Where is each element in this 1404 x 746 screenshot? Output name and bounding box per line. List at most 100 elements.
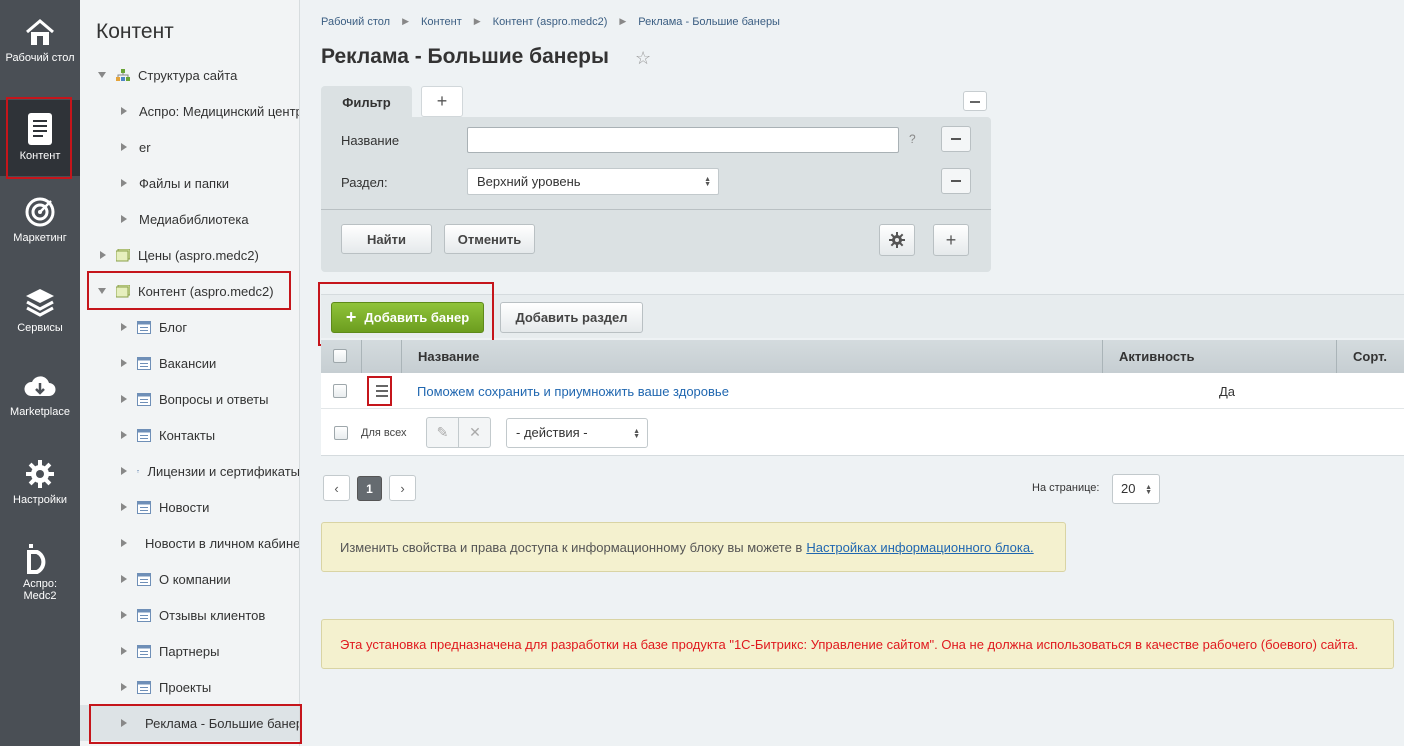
- filter-settings-button[interactable]: [879, 224, 915, 256]
- document-icon: [28, 113, 52, 145]
- row-name-link[interactable]: Поможем сохранить и приумножить ваше здо…: [417, 384, 729, 399]
- expand-arrow-icon[interactable]: [121, 611, 127, 619]
- expand-arrow-icon[interactable]: [98, 288, 106, 294]
- aspro-logo-icon: [27, 544, 46, 574]
- column-header-name[interactable]: Название: [418, 340, 479, 373]
- row-checkbox[interactable]: [333, 384, 347, 398]
- tree-item-partners[interactable]: Партнеры: [80, 633, 299, 669]
- tree-item-licenses[interactable]: Лицензии и сертификаты: [80, 453, 299, 489]
- expand-arrow-icon[interactable]: [121, 683, 127, 691]
- remove-name-field-button[interactable]: [941, 126, 971, 152]
- tree-item-label: Проекты: [159, 679, 212, 695]
- expand-arrow-icon[interactable]: [100, 251, 106, 259]
- expand-arrow-icon[interactable]: [121, 323, 127, 331]
- rail-label: Marketplace: [10, 406, 70, 418]
- filter-section-label: Раздел:: [341, 175, 388, 190]
- expand-arrow-icon[interactable]: [121, 467, 127, 475]
- breadcrumb-item[interactable]: Контент (aspro.medc2): [493, 16, 608, 28]
- info-note: Изменить свойства и права доступа к инфо…: [321, 522, 1066, 572]
- tree-item-content-aspro[interactable]: Контент (aspro.medc2): [80, 273, 299, 309]
- filter-name-input[interactable]: [467, 127, 899, 153]
- breadcrumb-item[interactable]: Реклама - Большие банеры: [638, 16, 780, 28]
- tree-item-about[interactable]: О компании: [80, 561, 299, 597]
- expand-arrow-icon[interactable]: [121, 647, 127, 655]
- cloud-download-icon: [24, 376, 56, 396]
- section-select[interactable]: Верхний уровень ▲ ▼: [467, 168, 719, 195]
- tree-item-label: Новости: [159, 499, 210, 515]
- per-page-label: На странице:: [1032, 482, 1100, 494]
- add-filter-tab-button[interactable]: +: [421, 86, 463, 117]
- tree-item-label: О компании: [159, 571, 231, 587]
- tree-item-aspro-medcenter[interactable]: Аспро: Медицинский центр: [80, 93, 299, 129]
- tree-item-medialib[interactable]: Медиабиблиотека: [80, 201, 299, 237]
- expand-arrow-icon[interactable]: [121, 719, 127, 727]
- tree-item-prices[interactable]: Цены (aspro.medc2): [80, 237, 299, 273]
- add-filter-field-button[interactable]: +: [933, 224, 969, 256]
- rail-item-aspro[interactable]: Аспро: Medc2: [0, 542, 80, 602]
- rail-item-marketplace[interactable]: Marketplace: [0, 372, 80, 418]
- delete-x-icon[interactable]: ✕: [459, 418, 491, 447]
- add-banner-button[interactable]: + Добавить банер: [331, 302, 484, 333]
- iblock-icon: [137, 608, 151, 622]
- edit-pencil-icon[interactable]: ✎: [427, 418, 459, 447]
- grid-toolbar: + Добавить банер Добавить раздел: [321, 294, 1404, 338]
- tab-filter[interactable]: Фильтр: [321, 86, 412, 118]
- per-page-select[interactable]: 20 ▲ ▼: [1112, 474, 1160, 504]
- star-icon[interactable]: ☆: [635, 48, 651, 69]
- expand-arrow-icon[interactable]: [121, 215, 127, 223]
- remove-section-field-button[interactable]: [941, 168, 971, 194]
- row-menu-icon[interactable]: [374, 382, 390, 400]
- actions-select[interactable]: - действия - ▲ ▼: [506, 418, 648, 448]
- tree-item-files[interactable]: Файлы и папки: [80, 165, 299, 201]
- tree-item-reviews[interactable]: Отзывы клиентов: [80, 597, 299, 633]
- tree-item-site-structure[interactable]: Структура сайта: [80, 57, 299, 93]
- expand-arrow-icon[interactable]: [121, 539, 127, 547]
- tree-item-projects[interactable]: Проекты: [80, 669, 299, 705]
- page-1-button[interactable]: 1: [357, 476, 382, 501]
- tree-item-er[interactable]: er: [80, 129, 299, 165]
- tree-item-contacts[interactable]: Контакты: [80, 417, 299, 453]
- breadcrumb-item[interactable]: Контент: [421, 16, 462, 28]
- expand-arrow-icon[interactable]: [121, 107, 127, 115]
- help-icon[interactable]: ?: [909, 132, 916, 146]
- column-header-sort[interactable]: Сорт.: [1353, 340, 1387, 373]
- tree-item-big-banners[interactable]: Реклама - Большие банеры: [80, 705, 299, 741]
- expand-arrow-icon[interactable]: [121, 503, 127, 511]
- rail-item-desktop[interactable]: Рабочий стол: [0, 18, 80, 64]
- rail-item-marketing[interactable]: Маркетинг: [0, 196, 80, 244]
- add-section-button[interactable]: Добавить раздел: [500, 302, 643, 333]
- breadcrumb-item[interactable]: Рабочий стол: [321, 16, 390, 28]
- tree-item-news[interactable]: Новости: [80, 489, 299, 525]
- tree-item-news-cabinet[interactable]: Новости в личном кабинете: [80, 525, 299, 561]
- expand-arrow-icon[interactable]: [121, 143, 127, 151]
- iblock-settings-link[interactable]: Настройках информационного блока.: [806, 540, 1033, 555]
- rail-item-settings[interactable]: Настройки: [0, 458, 80, 506]
- rail-item-content[interactable]: Контент: [0, 100, 80, 176]
- table-row[interactable]: Поможем сохранить и приумножить ваше здо…: [321, 373, 1404, 409]
- site-structure-icon: [116, 68, 130, 81]
- rail-label: Настройки: [13, 494, 67, 506]
- expand-arrow-icon[interactable]: [121, 359, 127, 367]
- find-button[interactable]: Найти: [341, 224, 432, 254]
- info-note-text: Изменить свойства и права доступа к инфо…: [340, 539, 803, 555]
- expand-arrow-icon[interactable]: [98, 72, 106, 78]
- expand-arrow-icon[interactable]: [121, 395, 127, 403]
- expand-arrow-icon[interactable]: [121, 179, 127, 187]
- iblock-type-icon: [116, 248, 130, 261]
- for-all-checkbox[interactable]: [334, 426, 348, 440]
- breadcrumb: Рабочий стол ▶ Контент ▶ Контент (aspro.…: [321, 16, 780, 28]
- cancel-button[interactable]: Отменить: [444, 224, 535, 254]
- expand-arrow-icon[interactable]: [121, 575, 127, 583]
- rail-item-services[interactable]: Сервисы: [0, 286, 80, 334]
- tree-item-faq[interactable]: Вопросы и ответы: [80, 381, 299, 417]
- tree-item-label: Контент (aspro.medc2): [138, 283, 274, 299]
- next-page-button[interactable]: ›: [389, 475, 416, 501]
- collapse-filter-button[interactable]: [963, 91, 987, 111]
- select-all-checkbox[interactable]: [333, 349, 347, 363]
- prev-page-button[interactable]: ‹: [323, 475, 350, 501]
- expand-arrow-icon[interactable]: [121, 431, 127, 439]
- warning-note-text: Эта установка предназначена для разработ…: [340, 636, 1359, 652]
- tree-item-vacancies[interactable]: Вакансии: [80, 345, 299, 381]
- tree-item-blog[interactable]: Блог: [80, 309, 299, 345]
- column-header-active[interactable]: Активность: [1119, 340, 1194, 373]
